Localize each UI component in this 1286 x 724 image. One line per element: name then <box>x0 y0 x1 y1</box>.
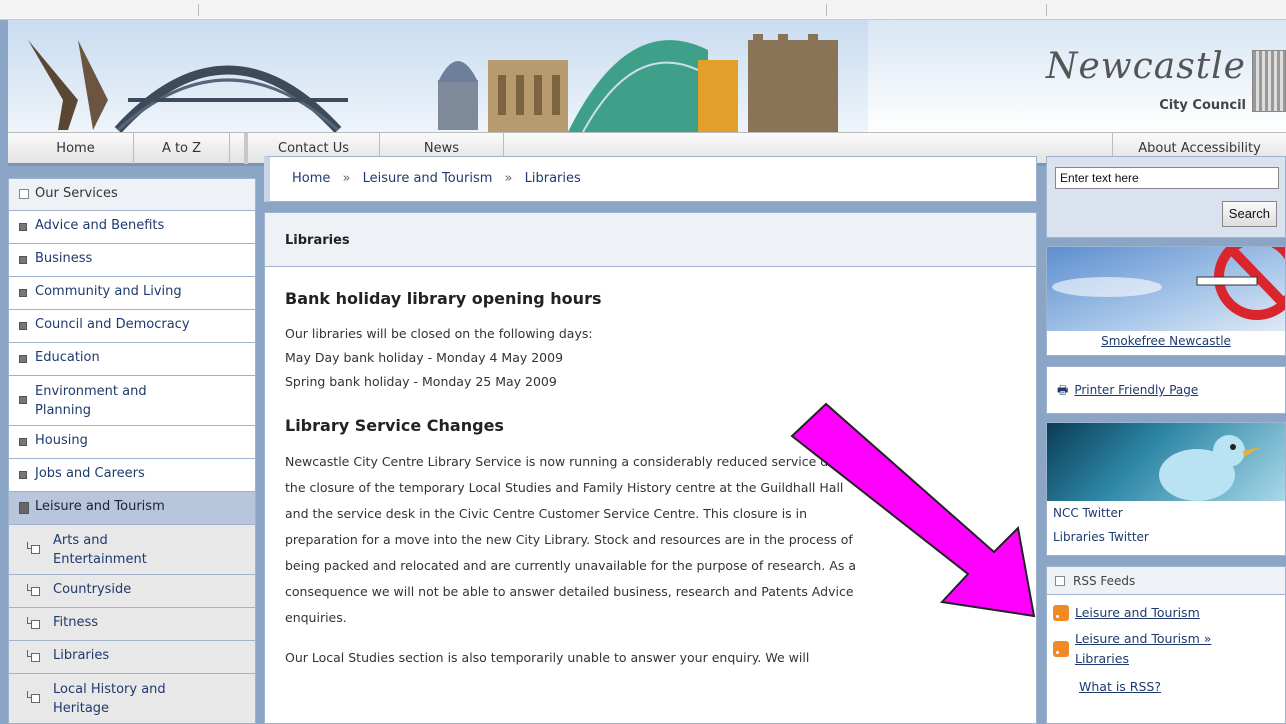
annotation-arrow <box>790 402 1036 618</box>
